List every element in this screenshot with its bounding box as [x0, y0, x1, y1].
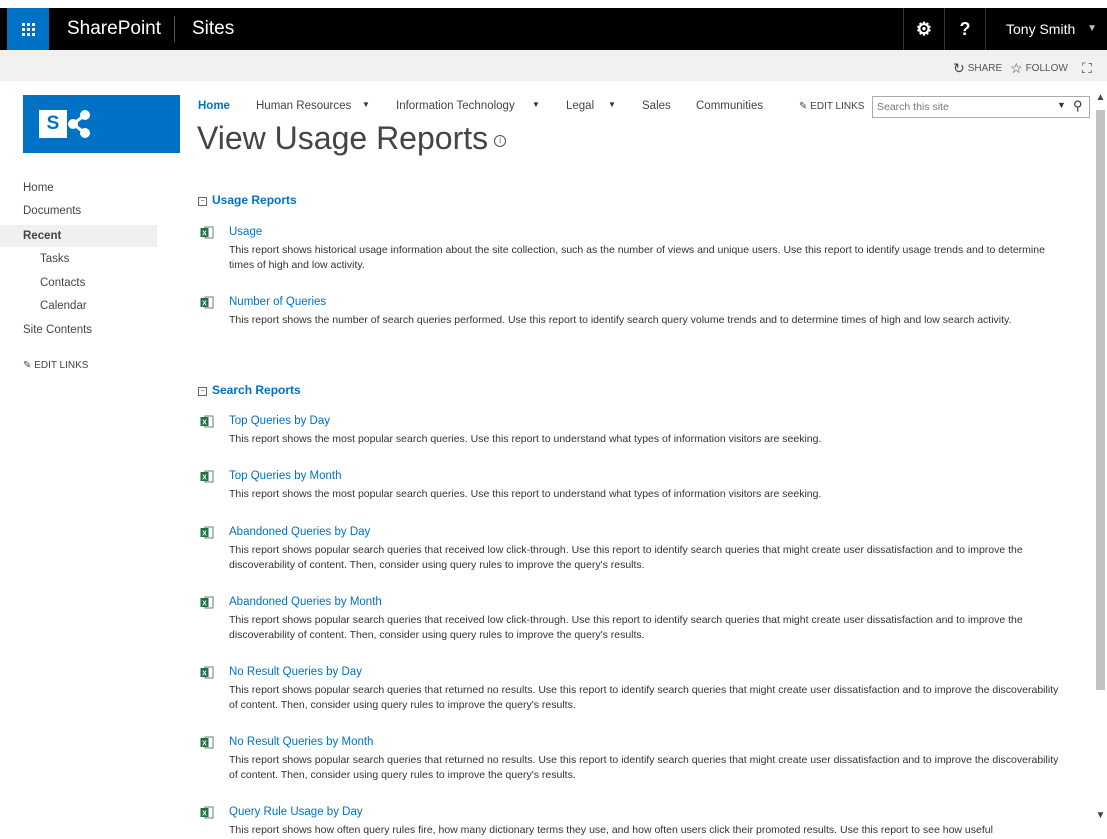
section-search-reports[interactable]: − Search Reports	[198, 383, 301, 397]
leftnav-edit-links[interactable]: ✎ EDIT LINKS	[23, 360, 88, 371]
topnav-information-technology[interactable]: Information Technology	[396, 100, 515, 112]
site-search-box: ▼ ⚲	[872, 96, 1090, 118]
report-link-top-queries-by-month[interactable]: Top Queries by Month	[229, 470, 342, 482]
report-link-number-of-queries[interactable]: Number of Queries	[229, 296, 326, 308]
report-description: This report shows popular search queries…	[229, 614, 1023, 641]
scroll-up-icon[interactable]: ▲	[1094, 92, 1107, 105]
collapse-icon: −	[198, 197, 207, 206]
topnav-home[interactable]: Home	[198, 100, 230, 112]
excel-file-icon: X	[200, 470, 214, 483]
search-icon[interactable]: ⚲	[1073, 98, 1083, 114]
follow-label: FOLLOW	[1025, 63, 1068, 74]
scrollbar-thumb[interactable]	[1096, 110, 1105, 690]
topnav-edit-links[interactable]: ✎ EDIT LINKS	[799, 101, 864, 112]
focus-mode-button[interactable]: ⛶	[1082, 50, 1095, 87]
star-icon: ☆	[1010, 60, 1023, 76]
help-icon[interactable]: ?	[944, 8, 985, 50]
edit-links-label: EDIT LINKS	[810, 101, 865, 112]
focus-content-icon: ⛶	[1082, 60, 1092, 76]
waffle-icon	[21, 22, 35, 36]
topnav-communities[interactable]: Communities	[696, 100, 763, 112]
suite-divider	[174, 16, 175, 42]
report-description: This report shows historical usage infor…	[229, 244, 1045, 271]
topnav-sales[interactable]: Sales	[642, 100, 671, 112]
report-link-abandoned-queries-by-month[interactable]: Abandoned Queries by Month	[229, 596, 382, 608]
leftnav-contacts[interactable]: Contacts	[40, 277, 85, 289]
ribbon-bar: ↻ SHARE ☆ FOLLOW ⛶	[0, 50, 1107, 81]
sharepoint-logo-icon	[68, 110, 90, 138]
excel-file-icon: X	[200, 596, 214, 609]
scroll-down-icon[interactable]: ▼	[1094, 810, 1107, 823]
report-description: This report shows the most popular searc…	[229, 488, 822, 500]
report-description: This report shows how often query rules …	[229, 824, 993, 836]
report-description: This report shows popular search queries…	[229, 684, 1059, 711]
section-title: Search Reports	[212, 383, 301, 397]
leftnav-documents[interactable]: Documents	[23, 205, 81, 217]
settings-gear-icon[interactable]: ⚙	[903, 8, 944, 50]
leftnav-recent[interactable]: Recent	[0, 225, 157, 247]
chevron-down-icon[interactable]: ▼	[532, 100, 540, 109]
excel-file-icon: X	[200, 806, 214, 819]
excel-file-icon: X	[200, 226, 214, 239]
report-link-no-result-queries-by-month[interactable]: No Result Queries by Month	[229, 736, 373, 748]
suite-bar: SharePoint Sites ⚙ ? Tony Smith ▼	[0, 8, 1107, 50]
chevron-down-icon[interactable]: ▼	[608, 100, 616, 109]
report-link-abandoned-queries-by-day[interactable]: Abandoned Queries by Day	[229, 526, 370, 538]
section-usage-reports[interactable]: − Usage Reports	[198, 193, 297, 207]
share-label: SHARE	[967, 63, 1003, 74]
svg-text:X: X	[202, 811, 207, 818]
search-input[interactable]	[877, 99, 1047, 115]
chevron-down-icon: ▼	[1087, 23, 1097, 34]
topnav-legal[interactable]: Legal	[566, 100, 594, 112]
pencil-icon: ✎	[799, 101, 808, 112]
report-description: This report shows popular search queries…	[229, 544, 1023, 571]
leftnav-home[interactable]: Home	[23, 182, 54, 194]
user-menu[interactable]: Tony Smith ▼	[985, 8, 1107, 50]
svg-text:X: X	[202, 231, 207, 238]
excel-file-icon: X	[200, 736, 214, 749]
excel-file-icon: X	[200, 526, 214, 539]
topnav-human-resources[interactable]: Human Resources	[256, 100, 351, 112]
report-link-usage[interactable]: Usage	[229, 226, 262, 238]
brand-label[interactable]: SharePoint	[67, 8, 161, 50]
svg-text:X: X	[202, 531, 207, 538]
svg-text:X: X	[202, 420, 207, 427]
user-name: Tony Smith	[1006, 21, 1076, 37]
report-link-no-result-queries-by-day[interactable]: No Result Queries by Day	[229, 666, 362, 678]
site-logo[interactable]: S	[23, 95, 180, 153]
search-scope-dropdown-icon[interactable]: ▼	[1057, 100, 1066, 110]
app-launcher-button[interactable]	[7, 8, 49, 50]
page-title: View Usage Reports i	[197, 120, 507, 157]
leftnav-site-contents[interactable]: Site Contents	[23, 324, 92, 336]
report-item: X Query Rule Usage by Day This report sh…	[200, 806, 1070, 839]
svg-text:X: X	[202, 601, 207, 608]
page-title-text: View Usage Reports	[197, 120, 489, 156]
report-description: This report shows the number of search q…	[229, 314, 1012, 326]
report-link-query-rule-usage-by-day[interactable]: Query Rule Usage by Day	[229, 806, 363, 818]
pencil-icon: ✎	[23, 360, 32, 371]
section-title: Usage Reports	[212, 193, 297, 207]
report-link-top-queries-by-day[interactable]: Top Queries by Day	[229, 415, 330, 427]
chevron-down-icon[interactable]: ▼	[362, 100, 370, 109]
follow-button[interactable]: ☆ FOLLOW	[1010, 50, 1068, 87]
collapse-icon: −	[198, 387, 207, 396]
report-description: This report shows the most popular searc…	[229, 433, 822, 445]
excel-file-icon: X	[200, 296, 214, 309]
share-icon: ↻	[953, 60, 965, 76]
info-icon[interactable]: i	[494, 135, 507, 147]
report-description: This report shows popular search queries…	[229, 754, 1059, 781]
excel-file-icon: X	[200, 666, 214, 679]
sites-link[interactable]: Sites	[192, 8, 234, 50]
leftnav-tasks[interactable]: Tasks	[40, 253, 69, 265]
svg-text:X: X	[202, 475, 207, 482]
leftnav-calendar[interactable]: Calendar	[40, 300, 87, 312]
edit-links-label: EDIT LINKS	[34, 360, 89, 371]
share-button[interactable]: ↻ SHARE	[953, 50, 1002, 87]
svg-text:X: X	[202, 671, 207, 678]
svg-text:X: X	[202, 741, 207, 748]
svg-text:X: X	[202, 301, 207, 308]
excel-file-icon: X	[200, 415, 214, 428]
